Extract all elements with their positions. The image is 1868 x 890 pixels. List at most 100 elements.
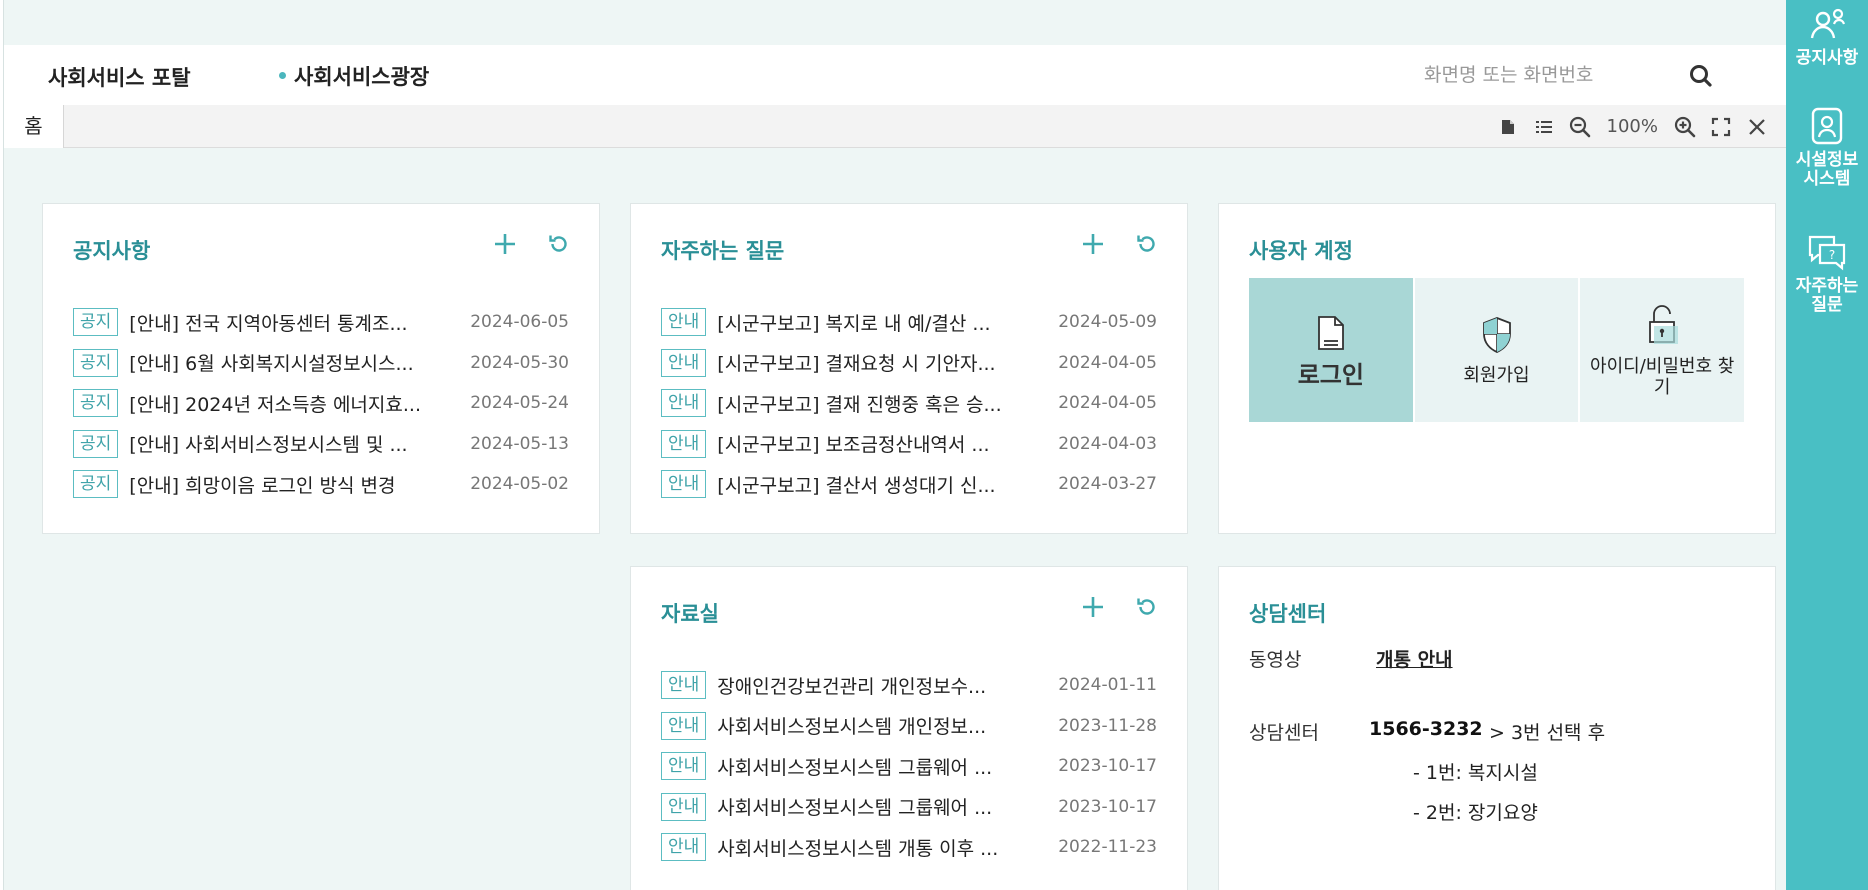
fullscreen-icon [1711,117,1731,136]
user-notice-icon [1810,8,1846,39]
zoom-level: 100% [1606,116,1658,137]
refresh-icon [1137,235,1155,252]
rail-label: 자주하는 질문 [1795,276,1859,315]
archive-refresh-button[interactable] [1133,593,1161,621]
zoom-out-button[interactable] [1565,112,1595,142]
list-item[interactable]: 안내 [시군구보고] 결재요청 시 기안자... 2024-04-05 [661,343,1157,384]
item-title: [안내] 희망이음 로그인 방식 변경 [129,474,396,497]
close-tab-button[interactable] [1742,112,1772,142]
item-title: [시군구보고] 복지로 내 예/결산 ... [717,312,991,335]
info-badge: 안내 [661,711,707,740]
list-view-button[interactable] [1529,112,1559,142]
notice-panel: 공지사항 공지 [안내] 전국 지역아동센터 통계조... 2024-06-05 공… [42,203,600,534]
id-card-icon [1811,107,1843,145]
list-item[interactable]: 안내 사회서비스정보시스템 개통 이후 ... 2022-11-23 [661,827,1157,868]
list-item[interactable]: 공지 [안내] 희망이음 로그인 방식 변경 2024-05-02 [73,464,569,505]
list-item[interactable]: 공지 [안내] 6월 사회복지시설정보시스... 2024-05-30 [73,343,569,384]
header: 사회서비스 포탈 사회서비스광장 [4,45,1786,105]
document-icon [1317,315,1344,350]
rail-item-faq[interactable]: ? 자주하는 질문 [1786,233,1868,315]
item-title: 사회서비스정보시스템 개인정보... [717,716,987,739]
list-item[interactable]: 공지 [안내] 사회서비스정보시스템 및 ... 2024-05-13 [73,424,569,465]
list-item[interactable]: 안내 [시군구보고] 복지로 내 예/결산 ... 2024-05-09 [661,302,1157,343]
item-title: [시군구보고] 결산서 생성대기 신... [717,474,996,497]
signup-label: 회원가입 [1463,364,1530,386]
zoom-in-icon [1674,116,1696,137]
signup-button[interactable]: 회원가입 [1412,278,1579,422]
nav-item-label: 사회서비스광장 [294,65,430,89]
fullscreen-button[interactable] [1706,112,1736,142]
counsel-phone: 1566-3232 [1369,718,1483,740]
zoom-out-icon [1569,116,1590,137]
rail-label: 공지사항 [1795,48,1859,68]
account-panel: 사용자 계정 로그인 회원가입 아이디/비밀번호 찾기 [1218,203,1776,534]
faq-refresh-button[interactable] [1133,230,1161,258]
chat-question-icon: ? [1808,235,1846,271]
list-item[interactable]: 공지 [안내] 2024년 저소득층 에너지효... 2024-05-24 [73,383,569,424]
shield-icon [1482,316,1511,353]
item-date: 2023-10-17 [1058,796,1157,817]
list-item[interactable]: 공지 [안내] 전국 지역아동센터 통계조... 2024-06-05 [73,302,569,343]
archive-actions [1079,593,1161,621]
item-date: 2024-05-02 [470,474,569,495]
close-icon [1749,118,1765,135]
faq-actions [1079,230,1161,258]
archive-title: 자료실 [661,602,719,626]
bullet-dot-icon [279,71,286,79]
plus-icon [1083,597,1103,617]
archive-more-button[interactable] [1079,593,1107,621]
find-id-password-button[interactable]: 아이디/비밀번호 찾기 [1578,278,1745,422]
list-item[interactable]: 안내 장애인건강보건관리 개인정보수... 2024-01-11 [661,665,1157,706]
archive-panel: 자료실 안내 장애인건강보건관리 개인정보수... 2024-01-11 안내 사회서… [630,566,1188,890]
item-date: 2022-11-23 [1058,837,1157,858]
info-badge: 안내 [661,389,707,418]
item-date: 2024-04-05 [1058,393,1157,414]
faq-list: 안내 [시군구보고] 복지로 내 예/결산 ... 2024-05-09 안내 [시군… [661,302,1157,505]
item-title: [안내] 사회서비스정보시스템 및 ... [129,434,408,457]
notice-actions [491,230,573,258]
document-view-button[interactable] [1493,112,1523,142]
rail-item-notice[interactable]: 공지사항 [1786,5,1868,68]
search-button[interactable] [1684,59,1718,93]
video-label: 동영상 [1249,649,1302,671]
notice-badge: 공지 [73,470,119,499]
list-item[interactable]: 안내 [시군구보고] 보조금정산내역서 ... 2024-04-03 [661,424,1157,465]
opening-guide-link[interactable]: 개통 안내 [1376,645,1453,672]
notice-badge: 공지 [73,429,119,458]
svg-text:?: ? [1829,248,1835,262]
list-item[interactable]: 안내 사회서비스정보시스템 그룹웨어 ... 2023-10-17 [661,746,1157,787]
counsel-panel: 상담센터 동영상 개통 안내 상담센터 1566-3232 > 3번 선택 후 … [1218,566,1776,890]
info-badge: 안내 [661,470,707,499]
list-item[interactable]: 안내 사회서비스정보시스템 개인정보... 2023-11-28 [661,706,1157,747]
list-item[interactable]: 안내 [시군구보고] 결재 진행중 혹은 승... 2024-04-05 [661,383,1157,424]
login-button[interactable]: 로그인 [1249,278,1413,422]
zoom-in-button[interactable] [1670,112,1700,142]
info-badge: 안내 [661,348,707,377]
tab-home[interactable]: 홈 [4,105,64,148]
notice-list: 공지 [안내] 전국 지역아동센터 통계조... 2024-06-05 공지 [안내]… [73,302,569,505]
nav-item-social-service-plaza[interactable]: 사회서비스광장 [279,61,429,91]
notice-more-button[interactable] [491,230,519,258]
item-date: 2024-05-13 [470,433,569,454]
account-actions: 로그인 회원가입 아이디/비밀번호 찾기 [1249,278,1745,422]
quick-menu-rail: 공지사항 시설정보 시스템 ? 자주하는 질문 [1786,0,1868,890]
rail-item-facility-system[interactable]: 시설정보 시스템 [1786,105,1868,189]
item-title: 사회서비스정보시스템 개통 이후 ... [717,837,999,860]
list-item[interactable]: 안내 사회서비스정보시스템 그룹웨어 ... 2023-10-17 [661,787,1157,828]
list-item[interactable]: 안내 [시군구보고] 결산서 생성대기 신... 2024-03-27 [661,464,1157,505]
faq-more-button[interactable] [1079,230,1107,258]
item-title: [안내] 전국 지역아동센터 통계조... [129,312,408,335]
rail-label: 시설정보 시스템 [1795,150,1859,189]
notice-refresh-button[interactable] [545,230,573,258]
portal-title[interactable]: 사회서비스 포탈 [48,62,191,92]
item-date: 2024-03-27 [1058,474,1157,495]
info-badge: 안내 [661,792,707,821]
item-title: [안내] 6월 사회복지시설정보시스... [129,353,414,376]
refresh-icon [1137,598,1155,615]
document-icon [1501,119,1514,134]
notice-badge: 공지 [73,308,119,337]
item-date: 2024-05-24 [470,393,569,414]
info-badge: 안내 [661,429,707,458]
faq-panel: 자주하는 질문 안내 [시군구보고] 복지로 내 예/결산 ... 2024-05-… [630,203,1188,534]
item-date: 2024-05-09 [1058,312,1157,333]
